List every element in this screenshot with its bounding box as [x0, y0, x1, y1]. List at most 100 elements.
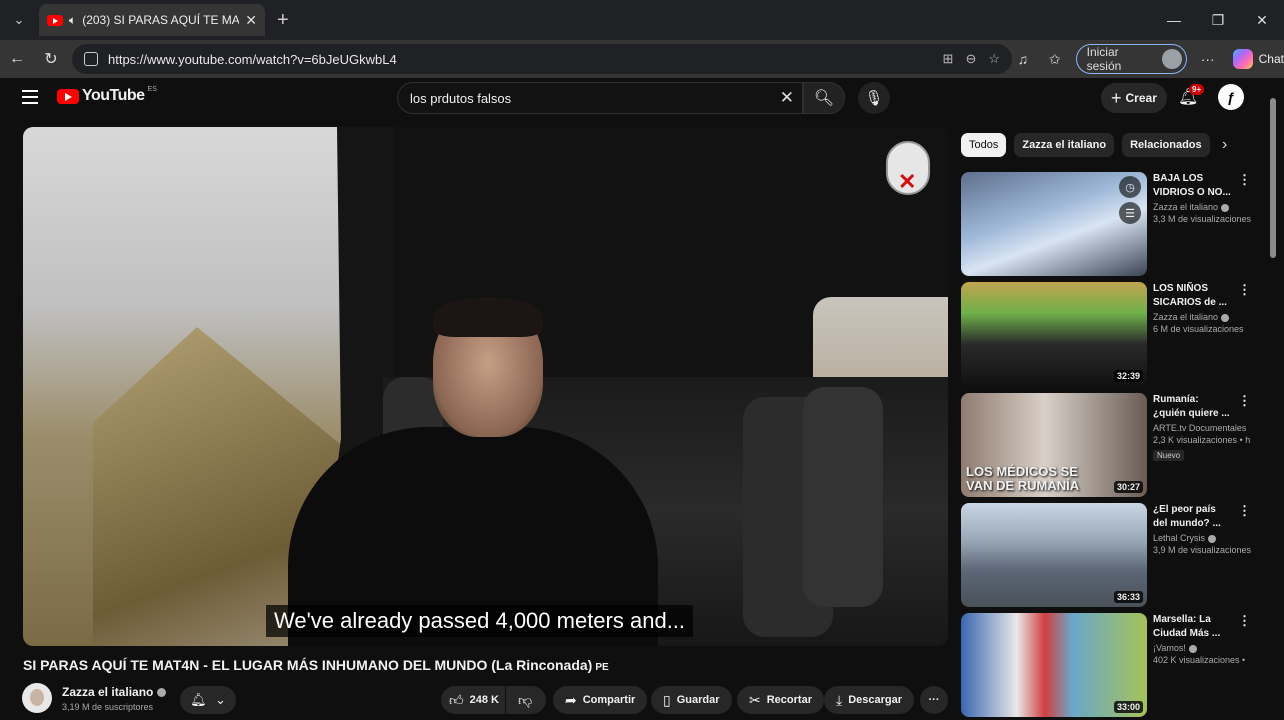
copilot-chat-button[interactable]: Chat	[1232, 49, 1284, 69]
add-to-queue-icon[interactable]: ☰	[1119, 202, 1141, 224]
search-button[interactable]: 🔍︎	[803, 82, 845, 114]
video-frame-seat	[803, 387, 883, 607]
recommendation-item[interactable]: 32:39 LOS NIÑOS SICARIOS de ... Zazza el…	[961, 282, 1261, 386]
verified-icon	[1188, 644, 1197, 653]
video-title-text: SI PARAS AQUÍ TE MAT4N - EL LUGAR MÁS IN…	[23, 657, 593, 673]
kebab-menu-icon[interactable]: ⋮	[1238, 393, 1251, 409]
kebab-menu-icon[interactable]: ⋮	[1238, 172, 1251, 188]
voice-search-button[interactable]: 🎙︎	[858, 82, 890, 114]
video-duration: 32:39	[1113, 370, 1143, 382]
app-available-icon[interactable]: ⊞	[943, 51, 954, 67]
create-label: Crear	[1125, 91, 1157, 105]
plus-icon: +	[1111, 87, 1122, 108]
clear-search-icon[interactable]: ✕	[780, 88, 794, 108]
kebab-menu-icon[interactable]: ⋮	[1238, 282, 1251, 298]
window-close-icon[interactable]: ✕	[1240, 0, 1284, 40]
kebab-menu-icon[interactable]: ⋮	[1238, 503, 1251, 519]
user-avatar[interactable]: ƒ	[1218, 84, 1244, 110]
video-thumbnail[interactable]: 32:39	[961, 282, 1147, 386]
profile-avatar-icon	[1162, 49, 1182, 69]
recommendation-views: 3,3 M de visualizaciones	[1153, 214, 1252, 224]
tab-close-icon[interactable]: ✕	[245, 12, 257, 29]
youtube-logo[interactable]: YouTube ES	[57, 86, 157, 105]
url-text[interactable]: https://www.youtube.com/watch?v=6bJeUGkw…	[108, 52, 397, 67]
tab-list-chevron-icon[interactable]: ⌄	[5, 6, 33, 34]
minimize-icon[interactable]: —	[1152, 0, 1196, 40]
create-button[interactable]: + Crear	[1101, 83, 1167, 113]
browser-tab-bar: ⌄ 🔈︎ (203) SI PARAS AQUÍ TE MAT4 ✕ + — ❐…	[0, 0, 1284, 40]
share-button[interactable]: ➦ Compartir	[553, 686, 648, 714]
download-button[interactable]: ⤓ Descargar	[824, 686, 915, 714]
chip-channel[interactable]: Zazza el italiano	[1014, 133, 1115, 157]
recommendation-channel-name: ¡Vamos!	[1153, 643, 1186, 653]
browser-tab-active[interactable]: 🔈︎ (203) SI PARAS AQUÍ TE MAT4 ✕	[39, 4, 265, 36]
recommendation-item[interactable]: ◷ ☰ BAJA LOS VIDRIOS O NO... Zazza el it…	[961, 172, 1261, 276]
chip-related[interactable]: Relacionados	[1122, 133, 1210, 157]
favorites-icon[interactable]: ✩	[1044, 51, 1066, 68]
reload-icon[interactable]: ↻	[34, 49, 68, 69]
dislike-button[interactable]: 👎︎	[506, 686, 546, 714]
notification-badge: 9+	[1189, 84, 1205, 95]
more-actions-button[interactable]: ···	[920, 686, 948, 714]
verified-icon	[157, 688, 167, 698]
zoom-icon[interactable]: ⊖	[965, 51, 976, 67]
watch-later-clock-icon[interactable]: ◷	[1119, 176, 1141, 198]
recommendation-views: 6 M de visualizaciones	[1153, 324, 1244, 334]
site-info-icon[interactable]	[84, 52, 98, 66]
recommendation-channel-name: Lethal Crysis	[1153, 533, 1206, 543]
chat-label: Chat	[1258, 52, 1284, 66]
recommendation-channel-name: Zazza el italiano	[1153, 312, 1219, 322]
video-thumbnail[interactable]: 33:00	[961, 613, 1147, 717]
recommendation-channel: Zazza el italiano	[1153, 202, 1253, 212]
video-thumbnail[interactable]: LOS MÉDICOS SE VAN DE RUMANÍA 30:27	[961, 393, 1147, 497]
channel-avatar[interactable]	[22, 683, 52, 713]
more-horizontal-icon: ···	[928, 694, 940, 706]
maximize-icon[interactable]: ❐	[1196, 0, 1240, 40]
channel-name[interactable]: Zazza el italiano	[62, 685, 167, 699]
recommendation-channel-name: ARTE.tv Documentales	[1153, 423, 1247, 433]
hamburger-menu-icon[interactable]	[22, 90, 38, 108]
signin-button[interactable]: Iniciar sesión	[1075, 44, 1187, 74]
window-controls: — ❐ ✕	[1152, 0, 1284, 40]
clip-label: Recortar	[766, 694, 812, 706]
speaker-icon[interactable]: 🔈︎	[69, 13, 76, 28]
new-tab-plus-icon[interactable]: +	[277, 9, 289, 32]
recommendation-item[interactable]: LOS MÉDICOS SE VAN DE RUMANÍA 30:27 Ruma…	[961, 393, 1261, 497]
search-query[interactable]: los prdutos falsos	[410, 91, 511, 106]
chip-todos[interactable]: Todos	[961, 133, 1007, 157]
video-subtitle: We've already passed 4,000 meters and...	[266, 605, 694, 637]
video-thumbnail[interactable]: ◷ ☰	[961, 172, 1147, 276]
recommendation-item[interactable]: 36:33 ¿El peor país del mundo? ... Letha…	[961, 503, 1261, 607]
channel-name-text[interactable]: Zazza el italiano	[62, 685, 153, 699]
chevron-right-icon[interactable]: ›	[1222, 136, 1227, 154]
copilot-icon	[1232, 49, 1253, 69]
like-button[interactable]: 👍︎ 248 K	[441, 686, 505, 714]
recommendation-views: 3,9 M de visualizaciones	[1153, 545, 1252, 555]
tab-title: (203) SI PARAS AQUÍ TE MAT4	[82, 13, 240, 27]
share-arrow-icon: ➦	[565, 691, 577, 708]
verified-icon	[1221, 203, 1230, 212]
recommendation-item[interactable]: 33:00 Marsella: La Ciudad Más ... ¡Vamos…	[961, 613, 1261, 717]
clip-button[interactable]: ✂ Recortar	[737, 686, 824, 714]
save-button[interactable]: ▯ Guardar	[651, 686, 732, 714]
back-arrow-icon[interactable]: ←	[0, 50, 34, 68]
video-title: SI PARAS AQUÍ TE MAT4N - EL LUGAR MÁS IN…	[23, 657, 609, 673]
page-scrollbar[interactable]	[1270, 92, 1276, 710]
more-options-icon[interactable]: ···	[1197, 51, 1219, 67]
video-thumbnail[interactable]: 36:33	[961, 503, 1147, 607]
url-field[interactable]: https://www.youtube.com/watch?v=6bJeUGkw…	[72, 44, 1012, 74]
subscription-bell-button[interactable]: 🔔︎ ⌄	[180, 686, 236, 714]
search-input[interactable]: los prdutos falsos ✕	[397, 82, 803, 114]
recommendation-views: 402 K visualizaciones •	[1153, 655, 1246, 665]
search-icon: 🔍︎	[813, 90, 835, 107]
mic-icon: 🎙︎	[864, 90, 884, 107]
extensions-icon[interactable]: ♫	[1012, 51, 1034, 67]
channel-watermark[interactable]	[886, 141, 930, 195]
kebab-menu-icon[interactable]: ⋮	[1238, 613, 1251, 629]
thumbnail-caption: LOS MÉDICOS SE VAN DE RUMANÍA	[966, 464, 1080, 493]
video-player[interactable]: We've already passed 4,000 meters and...	[23, 127, 948, 646]
video-frame-person-hair	[433, 297, 543, 337]
chevron-down-icon: ⌄	[214, 692, 226, 707]
favorite-star-icon[interactable]: ☆	[988, 51, 1000, 67]
scrollbar-thumb[interactable]	[1270, 98, 1276, 258]
